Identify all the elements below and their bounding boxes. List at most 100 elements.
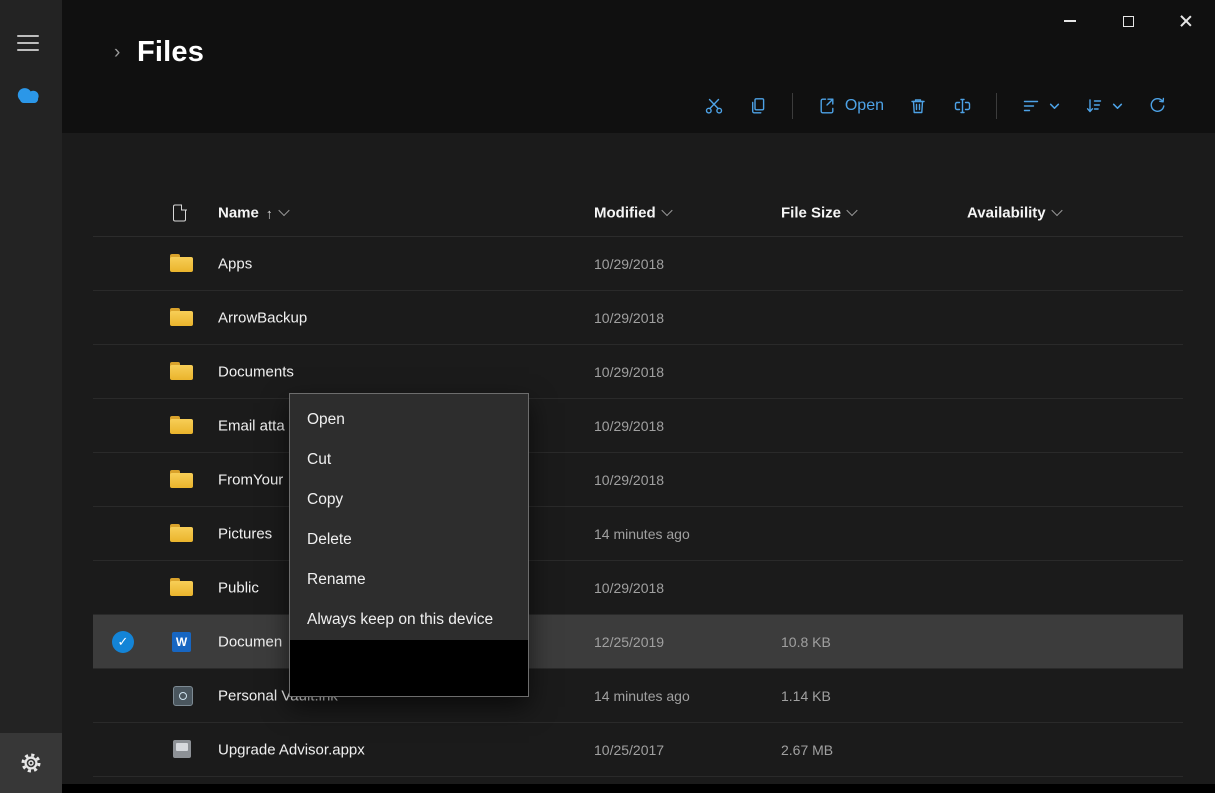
file-icon xyxy=(170,415,194,436)
trash-icon xyxy=(911,99,925,114)
file-row[interactable]: FromYour 10/29/2018 xyxy=(93,453,1183,507)
file-row[interactable]: ArrowBackup 10/29/2018 xyxy=(93,291,1183,345)
file-list: Apps 10/29/2018 ArrowBackup 10/29/2018 D… xyxy=(93,237,1183,777)
chevron-down-icon xyxy=(278,204,290,217)
file-row[interactable]: Public 10/29/2018 xyxy=(93,561,1183,615)
scissors-icon xyxy=(705,98,723,114)
file-modified: 14 minutes ago xyxy=(594,687,690,704)
view-options-button[interactable] xyxy=(1021,96,1060,116)
toolbar-divider xyxy=(996,93,997,119)
refresh-button[interactable] xyxy=(1147,96,1167,116)
settings-button[interactable] xyxy=(0,733,62,793)
column-label: Modified xyxy=(594,204,656,222)
chevron-down-icon xyxy=(1049,103,1060,109)
file-table: Name ↑ Modified File Size Availability A… xyxy=(93,190,1183,777)
rename-icon xyxy=(954,98,971,114)
file-icon xyxy=(170,685,194,706)
maximize-button[interactable] xyxy=(1099,0,1157,42)
context-menu-item[interactable]: Copy xyxy=(290,480,528,520)
file-modified: 10/29/2018 xyxy=(594,579,665,596)
column-header-name[interactable]: Name ↑ xyxy=(218,204,290,222)
copy-button[interactable] xyxy=(748,96,768,116)
context-menu-items: Open Cut Copy Delete Rename Always keep on th… xyxy=(290,400,528,640)
file-icon xyxy=(170,361,194,382)
sort-ascending-icon: ↑ xyxy=(265,205,273,221)
file-modified: 10/29/2018 xyxy=(594,471,665,488)
file-icon xyxy=(170,739,194,760)
selected-check-icon[interactable] xyxy=(112,630,134,653)
close-button[interactable] xyxy=(1157,0,1215,42)
file-row[interactable]: Documen 12/25/2019 10.8 KB xyxy=(93,615,1183,669)
file-browser: Name ↑ Modified File Size Availability A… xyxy=(62,133,1215,784)
file-row[interactable]: Personal Vault.lnk 14 minutes ago 1.14 K… xyxy=(93,669,1183,723)
close-icon xyxy=(1179,14,1193,28)
table-header: Name ↑ Modified File Size Availability xyxy=(93,190,1183,237)
file-icon xyxy=(170,631,194,652)
file-name: ArrowBackup xyxy=(218,309,308,326)
chevron-down-icon xyxy=(846,204,858,217)
menu-button[interactable] xyxy=(17,35,41,56)
context-menu-item[interactable]: Rename xyxy=(290,560,528,600)
column-label: Availability xyxy=(967,204,1046,222)
minimize-button[interactable] xyxy=(1041,0,1099,42)
file-row[interactable]: Documents 10/29/2018 xyxy=(93,345,1183,399)
context-menu-item[interactable]: Always keep on this device xyxy=(290,600,528,640)
toolbar: Open xyxy=(704,90,1167,122)
context-menu-item[interactable]: Cut xyxy=(290,440,528,480)
file-name: FromYour xyxy=(218,471,284,488)
file-icon xyxy=(170,307,194,328)
file-size: 10.8 KB xyxy=(781,633,831,650)
file-name: Pictures xyxy=(218,525,273,542)
file-row[interactable]: Email atta 10/29/2018 xyxy=(93,399,1183,453)
gear-icon xyxy=(21,753,41,773)
file-name: Public xyxy=(218,579,259,596)
context-menu: Open Cut Copy Delete Rename Always keep on th… xyxy=(289,393,529,697)
breadcrumb-chevron-icon[interactable]: › xyxy=(114,42,120,64)
context-menu-item[interactable]: Open xyxy=(290,400,528,440)
file-name: Documents xyxy=(218,363,294,380)
file-row[interactable]: Upgrade Advisor.appx 10/25/2017 2.67 MB xyxy=(93,723,1183,777)
chevron-down-icon xyxy=(1112,103,1123,109)
column-label: Name xyxy=(218,204,259,222)
file-modified: 10/29/2018 xyxy=(594,309,665,326)
maximize-icon xyxy=(1122,15,1134,27)
refresh-icon xyxy=(1150,97,1165,112)
file-icon xyxy=(170,253,194,274)
sort-button[interactable] xyxy=(1084,96,1123,116)
file-name: Email atta xyxy=(218,417,285,434)
file-name: Apps xyxy=(218,255,253,272)
delete-button[interactable] xyxy=(908,96,928,116)
sidebar xyxy=(0,0,62,793)
file-modified: 14 minutes ago xyxy=(594,525,690,542)
onedrive-button[interactable] xyxy=(13,84,45,109)
file-modified: 12/25/2019 xyxy=(594,633,665,650)
file-row[interactable]: Pictures 14 minutes ago xyxy=(93,507,1183,561)
file-modified: 10/29/2018 xyxy=(594,417,665,434)
sort-icon xyxy=(1086,99,1102,113)
file-icon xyxy=(170,523,194,544)
cloud-icon xyxy=(17,88,39,103)
chevron-down-icon xyxy=(660,204,673,217)
column-header-modified[interactable]: Modified xyxy=(594,204,673,222)
file-modified: 10/29/2018 xyxy=(594,363,665,380)
column-header-availability[interactable]: Availability xyxy=(967,204,1063,222)
file-row[interactable]: Apps 10/29/2018 xyxy=(93,237,1183,291)
column-label: File Size xyxy=(781,204,842,222)
column-header-file-size[interactable]: File Size xyxy=(781,204,858,222)
onedrive-window: › Files Open Name ↑ Modified File Size A… xyxy=(0,0,1215,793)
context-menu-item[interactable]: Delete xyxy=(290,520,528,560)
file-name: Upgrade Advisor.appx xyxy=(218,741,365,758)
file-name: Documen xyxy=(218,633,283,650)
hamburger-icon xyxy=(17,35,39,37)
copy-icon xyxy=(751,98,765,114)
minimize-icon xyxy=(1064,20,1076,22)
open-button[interactable]: Open xyxy=(817,96,884,116)
page-title: Files xyxy=(137,36,205,68)
cut-button[interactable] xyxy=(704,96,724,116)
file-icon xyxy=(170,469,194,490)
rename-button[interactable] xyxy=(952,96,972,116)
file-size: 1.14 KB xyxy=(781,687,831,704)
open-button-label: Open xyxy=(844,97,884,114)
chevron-down-icon xyxy=(1050,204,1063,217)
document-type-column-icon xyxy=(173,204,187,222)
